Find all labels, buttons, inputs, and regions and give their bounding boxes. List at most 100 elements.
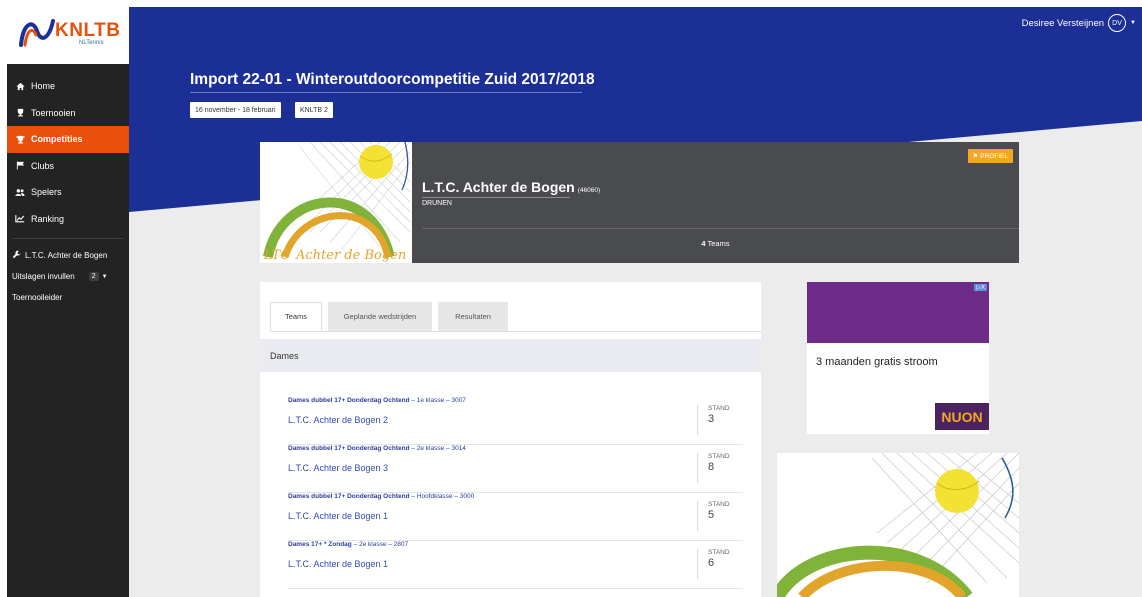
sidebar-club-label: L.T.C. Achter de Bogen [25, 251, 108, 260]
stand-label: STAND [708, 453, 730, 460]
tab-bar: Teams Geplande wedstrijden Resultaten [270, 302, 514, 331]
flag-icon [15, 161, 25, 170]
team-link[interactable]: L.T.C. Achter de Bogen 3 [288, 463, 388, 473]
wrench-icon [12, 250, 21, 261]
stand-label: STAND [708, 501, 730, 508]
club-teams-count: 4 Teams [701, 239, 730, 248]
tab-geplande-wedstrijden[interactable]: Geplande wedstrijden [328, 302, 432, 331]
page-title: Import 22-01 - Winteroutdoorcompetitie Z… [190, 71, 595, 88]
sidebar-item-label: Ranking [31, 213, 65, 224]
logo-subtitle: NLTennis [79, 40, 104, 46]
sidebar-item-clubs[interactable]: Clubs [7, 153, 129, 180]
sidebar-nav: Home Toernooien Competities Clubs Speler… [7, 73, 129, 308]
competition-detail: – Hoofdklasse – 3000 [409, 493, 475, 500]
sidebar: KNLTB NLTennis Home Toernooien Competiti… [7, 7, 129, 597]
sidebar-item-toernooileider[interactable]: Toernooileider [7, 287, 129, 308]
logo-text: KNLTB [55, 20, 121, 41]
club-name: L.T.C. Achter de Bogen (46060) [422, 179, 601, 195]
advertisement[interactable]: ▷X 3 maanden gratis stroom NUON [807, 282, 989, 434]
club-name-underline [422, 197, 570, 198]
sidebar-item-spelers[interactable]: Spelers [7, 179, 129, 206]
team-row: Dames dubbel 17+ Donderdag Ochtend – Hoo… [288, 493, 743, 541]
sidebar-item-label: Clubs [31, 160, 55, 171]
stand-box: STAND 8 [697, 453, 730, 483]
club-logo-large-graphic [777, 453, 1019, 597]
competition-link[interactable]: Dames dubbel 17+ Donderdag Ochtend [288, 445, 410, 452]
competition-link[interactable]: Dames dubbel 17+ Donderdag Ochtend [288, 397, 410, 404]
competition-info: Dames dubbel 17+ Donderdag Ochtend – 1e … [288, 397, 466, 404]
sidebar-item-competities[interactable]: Competities [7, 126, 129, 153]
nuon-logo: NUON [935, 403, 989, 430]
caret-down-icon[interactable]: ▼ [102, 274, 108, 280]
uitslagen-count-badge: 2 [88, 272, 99, 281]
club-city: DRUNEN [422, 200, 452, 207]
competition-link[interactable]: Dames 17+ * Zondag [288, 541, 352, 548]
competition-info: Dames 17+ * Zondag – 2e klasse – 2807 [288, 541, 408, 548]
club-logo-large [777, 453, 1019, 597]
stand-value: 3 [708, 413, 715, 425]
sidebar-uitslagen-label: Uitslagen invullen [12, 272, 75, 281]
svg-text:Achter de Bogen: Achter de Bogen [295, 248, 406, 263]
competition-detail: – 2e klasse – 3014 [409, 445, 466, 452]
stand-label: STAND [708, 549, 730, 556]
sidebar-item-label: Home [31, 81, 56, 92]
stand-box: STAND 3 [697, 405, 730, 435]
team-row: Dames 17+ * Zondag – 2e klasse – 2807 L.… [288, 541, 743, 589]
team-row: Dames dubbel 17+ Donderdag Ochtend – 2e … [288, 445, 743, 493]
competition-link[interactable]: Dames dubbel 17+ Donderdag Ochtend [288, 493, 410, 500]
sidebar-item-label: Competities [31, 134, 83, 145]
club-card: LTC Achter de Bogen L.T.C. Achter de Bog… [260, 142, 1019, 263]
level-tag: KNLTB 2 [295, 102, 333, 118]
tab-resultaten[interactable]: Resultaten [438, 302, 508, 331]
users-icon [15, 188, 25, 197]
sidebar-item-club[interactable]: L.T.C. Achter de Bogen [7, 245, 129, 266]
stand-value: 6 [708, 557, 715, 569]
user-menu[interactable]: Desiree Versteijnen DV ▼ [1022, 14, 1136, 32]
ad-banner [807, 282, 989, 343]
competition-info: Dames dubbel 17+ Donderdag Ochtend – 2e … [288, 445, 466, 452]
sidebar-toernooileider-label: Toernooileider [12, 293, 63, 302]
profile-button[interactable]: ⚑ PROFIEL [967, 149, 1013, 163]
sidebar-item-uitslagen[interactable]: Uitslagen invullen 2 ▼ [7, 266, 129, 287]
competition-detail: – 2e klasse – 2807 [351, 541, 409, 548]
club-logo: LTC Achter de Bogen [260, 142, 412, 263]
team-link[interactable]: L.T.C. Achter de Bogen 2 [288, 415, 388, 425]
sidebar-item-toernooien[interactable]: Toernooien [7, 100, 129, 127]
sidebar-divider [12, 238, 124, 239]
trophy-icon [15, 108, 25, 117]
club-id: (46060) [577, 187, 601, 194]
tabs-underline [270, 331, 761, 332]
flag-icon: ⚑ [972, 153, 979, 160]
home-icon [15, 82, 25, 91]
sidebar-item-label: Spelers [31, 187, 62, 198]
club-divider [422, 228, 1019, 229]
title-underline [190, 92, 582, 93]
ad-choices-icon[interactable]: ▷X [974, 284, 987, 291]
caret-down-icon[interactable]: ▼ [1130, 20, 1136, 26]
stand-label: STAND [708, 405, 730, 412]
ad-text: 3 maanden gratis stroom [816, 356, 938, 368]
competition-detail: – 1e klasse – 3007 [409, 397, 466, 404]
club-logo-graphic: LTC Achter de Bogen [263, 142, 411, 263]
trophy-icon [15, 135, 25, 144]
date-tag: 16 november - 18 februari [190, 102, 281, 118]
team-link[interactable]: L.T.C. Achter de Bogen 1 [288, 511, 388, 521]
tab-teams[interactable]: Teams [270, 302, 322, 331]
team-row: Dames dubbel 17+ Donderdag Ochtend – 1e … [288, 397, 743, 445]
user-name: Desiree Versteijnen [1021, 17, 1105, 29]
logo-swoosh-icon [19, 19, 55, 47]
teams-panel: Teams Geplande wedstrijden Resultaten Da… [260, 282, 761, 597]
sidebar-item-label: Toernooien [31, 107, 76, 118]
sidebar-item-home[interactable]: Home [7, 73, 129, 100]
sidebar-item-ranking[interactable]: Ranking [7, 206, 129, 233]
chart-icon [15, 214, 25, 223]
avatar[interactable]: DV [1108, 14, 1127, 32]
knltb-logo[interactable]: KNLTB NLTennis [7, 7, 129, 64]
club-logo-text: LTC [263, 248, 290, 263]
stand-value: 5 [708, 509, 715, 521]
stand-value: 8 [708, 461, 715, 473]
team-link[interactable]: L.T.C. Achter de Bogen 1 [288, 559, 388, 569]
stand-box: STAND 6 [697, 549, 730, 579]
section-header: Dames [260, 339, 761, 372]
stand-box: STAND 5 [697, 501, 730, 531]
